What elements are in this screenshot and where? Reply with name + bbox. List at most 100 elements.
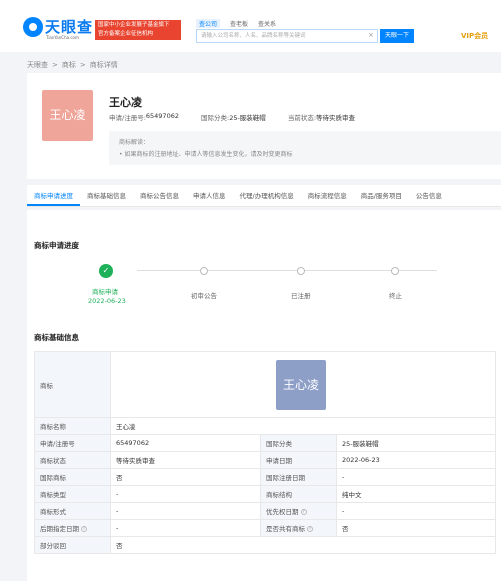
basic-info-section-title: 商标基础信息 bbox=[34, 333, 79, 342]
table-cell-value: 纯中文 bbox=[336, 485, 496, 503]
trademark-logo-large: 王心凌 bbox=[276, 360, 326, 410]
table-row: 商标类型 - 商标结构 纯中文 bbox=[34, 485, 496, 503]
table-cell-key: 国际注册日期 bbox=[260, 468, 337, 486]
trademark-logo-image: 王心凌 bbox=[42, 90, 93, 141]
table-cell-key: 部分驳回 bbox=[34, 536, 111, 554]
table-cell-key: 商标名称 bbox=[34, 417, 111, 435]
search-tab-relation[interactable]: 查关系 bbox=[258, 19, 276, 28]
step-label-terminated: 终止 bbox=[389, 292, 402, 300]
table-cell-value: 否 bbox=[110, 536, 496, 554]
gov-badge-line2: 官方备案企业征信机构 bbox=[98, 31, 154, 37]
breadcrumb-current: 商标详情 bbox=[89, 61, 118, 69]
logo-value-cell: 王心凌 bbox=[110, 351, 496, 418]
clear-icon[interactable]: × bbox=[368, 31, 374, 39]
table-cell-value: 否 bbox=[336, 519, 496, 537]
table-cell-value: 等待实质审查 bbox=[110, 451, 261, 469]
table-cell-key: 商标类型 bbox=[34, 485, 111, 503]
search-button[interactable]: 天眼一下 bbox=[380, 29, 414, 43]
step-dot-initial bbox=[200, 267, 208, 275]
reg-no-label: 申请/注册号: bbox=[109, 114, 146, 122]
tip-title: 商标解读： bbox=[119, 139, 150, 146]
table-row: 商标名称 王心凌 bbox=[34, 417, 496, 435]
basic-info-table: 商标 王心凌 商标名称 王心凌 申请/注册号 65497062 国际分类 25-… bbox=[34, 351, 496, 554]
main-content: 商标申请进度 ✓ 商标申请 2022-06-23 初审公告 已注册 终止 商标基… bbox=[27, 210, 501, 581]
tab-agency-info[interactable]: 代理/办理机构信息 bbox=[233, 185, 301, 206]
tab-goods-services[interactable]: 商品/服务项目 bbox=[354, 185, 409, 206]
table-cell-value: - bbox=[336, 502, 496, 520]
step-label-initial: 初审公告 bbox=[191, 292, 217, 300]
key-text: 优先权日期 bbox=[266, 508, 299, 516]
table-cell-key: 国际商标 bbox=[34, 468, 111, 486]
table-cell-key: 商标结构 bbox=[260, 485, 337, 503]
class-value: 25-服装鞋帽 bbox=[229, 114, 266, 122]
table-row: 商标 王心凌 bbox=[34, 351, 496, 418]
table-cell-value: - bbox=[110, 502, 261, 520]
help-icon[interactable]: ? bbox=[81, 526, 87, 532]
vip-member-link[interactable]: VIP会员 bbox=[461, 31, 488, 41]
help-icon[interactable]: ? bbox=[300, 509, 307, 515]
table-cell-value: - bbox=[110, 519, 261, 537]
table-cell-key: 申请日期 bbox=[260, 451, 337, 469]
step-label-registered: 已注册 bbox=[291, 292, 311, 300]
table-cell-value: 2022-06-23 bbox=[336, 451, 496, 469]
trademark-meta: 申请/注册号: 65497062 国际分类: 25-服装鞋帽 当前状态: 等待实… bbox=[109, 112, 377, 122]
trademark-tip-box: 商标解读： • 如果商标的注册地址、申请人等信息发生变化，请及时变更商标 bbox=[109, 131, 501, 165]
table-cell-key: 申请/注册号 bbox=[34, 434, 111, 452]
table-cell-key: 国际分类 bbox=[260, 434, 337, 452]
table-cell-value: 否 bbox=[110, 468, 261, 486]
class-label: 国际分类: bbox=[200, 114, 230, 122]
check-icon: ✓ bbox=[99, 264, 113, 278]
tab-announcement-info[interactable]: 商标公告信息 bbox=[133, 185, 186, 206]
help-icon[interactable]: ? bbox=[307, 526, 313, 532]
table-row: 国际商标 否 国际注册日期 - bbox=[34, 468, 496, 486]
table-cell-key-with-help: 后期指定日期? bbox=[34, 519, 111, 537]
tab-basic-info[interactable]: 商标基础信息 bbox=[80, 185, 133, 206]
table-cell-key-with-help: 优先权日期? bbox=[260, 502, 337, 520]
trademark-title: 王心凌 bbox=[109, 96, 142, 109]
detail-tabs: 商标申请进度 商标基础信息 商标公告信息 申请人信息 代理/办理机构信息 商标流… bbox=[27, 185, 501, 207]
table-row: 后期指定日期? - 是否共有商标? 否 bbox=[34, 519, 496, 537]
table-cell-value: 25-服装鞋帽 bbox=[336, 434, 496, 452]
tianyancha-logo-icon[interactable] bbox=[23, 17, 43, 37]
tab-applicant-info[interactable]: 申请人信息 bbox=[186, 185, 233, 206]
step-dot-registered bbox=[297, 267, 305, 275]
logo-text[interactable]: 天眼查 bbox=[45, 16, 93, 37]
tab-progress[interactable]: 商标申请进度 bbox=[27, 185, 80, 206]
status-value: 等待实质审查 bbox=[316, 114, 356, 122]
breadcrumb-separator: > bbox=[79, 61, 86, 69]
reg-no-value: 65497062 bbox=[145, 112, 179, 120]
trademark-summary-card: 王心凌 王心凌 申请/注册号: 65497062 国际分类: 25-服装鞋帽 当… bbox=[27, 73, 501, 179]
tab-notice-info[interactable]: 公告信息 bbox=[409, 185, 449, 206]
table-row: 申请/注册号 65497062 国际分类 25-服装鞋帽 bbox=[34, 434, 496, 452]
breadcrumb-home[interactable]: 天眼查 bbox=[27, 61, 48, 69]
gov-badge: 国家中小企业发展子基金旗下 官方备案企业征信机构 bbox=[95, 20, 181, 40]
table-row: 部分驳回 否 bbox=[34, 536, 496, 554]
breadcrumb-trademark[interactable]: 商标 bbox=[62, 61, 76, 69]
key-text: 后期指定日期 bbox=[40, 525, 79, 533]
table-cell-key-with-help: 是否共有商标? bbox=[260, 519, 337, 537]
status-label: 当前状态: bbox=[287, 114, 317, 122]
progress-section-title: 商标申请进度 bbox=[34, 241, 79, 250]
key-text: 是否共有商标 bbox=[266, 525, 305, 533]
table-row: 商标形式 - 优先权日期? - bbox=[34, 502, 496, 520]
step-date-apply: 2022-06-23 bbox=[88, 297, 126, 305]
breadcrumb-separator: > bbox=[52, 61, 58, 69]
logo-subtext: TianYanCha.com bbox=[46, 35, 79, 40]
top-header: 天眼查 TianYanCha.com 国家中小企业发展子基金旗下 官方备案企业征… bbox=[0, 0, 501, 52]
search-tab-boss[interactable]: 查老板 bbox=[230, 19, 248, 28]
search-tab-company[interactable]: 查公司 bbox=[196, 19, 221, 28]
gov-badge-line1: 国家中小企业发展子基金旗下 bbox=[98, 22, 170, 28]
breadcrumb: 天眼查 > 商标 > 商标详情 bbox=[27, 60, 118, 70]
tab-process-info[interactable]: 商标流程信息 bbox=[301, 185, 354, 206]
step-label-apply: 商标申请 bbox=[92, 288, 118, 296]
table-cell-key: 商标状态 bbox=[34, 451, 111, 469]
table-cell-value: 65497062 bbox=[110, 434, 261, 452]
table-cell-value: - bbox=[110, 485, 261, 503]
search-tabs: 查公司 查老板 查关系 bbox=[196, 19, 276, 28]
search-input[interactable]: 请输入公司名称、人名、品牌名称等关键词 bbox=[196, 29, 378, 43]
logo-label-cell: 商标 bbox=[34, 351, 111, 418]
table-cell-value: - bbox=[336, 468, 496, 486]
tip-text: • 如果商标的注册地址、申请人等信息发生变化，请及时变更商标 bbox=[119, 151, 293, 158]
table-cell-value: 王心凌 bbox=[110, 417, 496, 435]
table-row: 商标状态 等待实质审查 申请日期 2022-06-23 bbox=[34, 451, 496, 469]
